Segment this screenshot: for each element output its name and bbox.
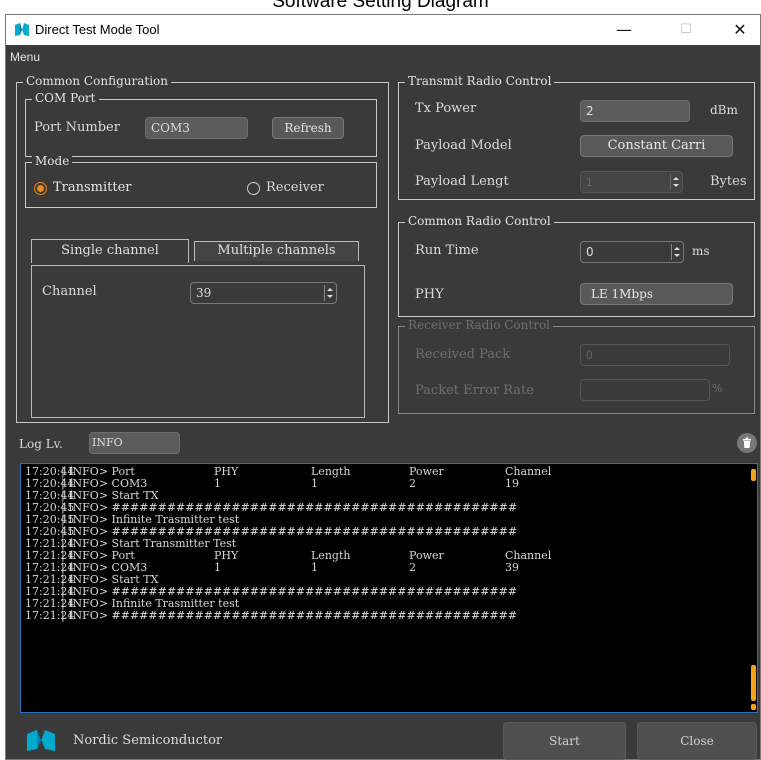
tab-single-channel[interactable]: Single channel bbox=[31, 239, 189, 263]
transmitter-radio[interactable] bbox=[34, 182, 47, 195]
packet-error-rate-field bbox=[580, 379, 710, 401]
payload-length-label: Payload Lengt bbox=[415, 174, 509, 189]
spin-arrows-icon[interactable] bbox=[324, 285, 334, 301]
spin-arrows-icon[interactable] bbox=[670, 174, 680, 190]
log-cell: 2 bbox=[409, 477, 416, 490]
mode-group: Mode Transmitter Receiver bbox=[25, 154, 377, 208]
run-time-value: 0 bbox=[586, 245, 594, 259]
channel-value: 39 bbox=[196, 286, 212, 300]
payload-model-dropdown[interactable]: Constant Carri bbox=[580, 135, 733, 157]
diagram-caption: Software Setting Diagram bbox=[272, 0, 489, 12]
run-time-unit: ms bbox=[692, 244, 710, 258]
scrollbar-top-marker[interactable] bbox=[751, 469, 756, 481]
channel-tab-panel: Channel 39 bbox=[31, 265, 365, 418]
window-title: Direct Test Mode Tool bbox=[35, 22, 160, 37]
group-legend: Common Configuration bbox=[23, 74, 171, 88]
com-port-group: COM Port Port Number COM3 Refresh bbox=[25, 91, 377, 157]
close-window-button[interactable]: ✕ bbox=[720, 19, 760, 41]
payload-model-label: Payload Model bbox=[415, 138, 512, 153]
port-number-field[interactable]: COM3 bbox=[145, 117, 248, 139]
log-cell: 1 bbox=[214, 561, 221, 574]
packet-error-rate-label: Packet Error Rate bbox=[415, 383, 534, 398]
payload-length-spinbox[interactable]: 1 bbox=[580, 171, 683, 193]
tx-power-unit: dBm bbox=[710, 103, 738, 117]
tab-multiple-channels[interactable]: Multiple channels bbox=[194, 241, 359, 261]
transmit-radio-control-group: Transmit Radio Control Tx Power 2 dBm Pa… bbox=[398, 74, 755, 200]
nordic-logo-icon bbox=[15, 23, 29, 36]
channel-spinbox[interactable]: 39 bbox=[190, 282, 337, 304]
common-radio-control-group: Common Radio Control Run Time 0 ms PHY L… bbox=[398, 214, 755, 317]
log-lines: 17:20:44 | INFO> Port PHY Length Power Channe… bbox=[25, 466, 745, 622]
log-cell: 1 bbox=[311, 477, 318, 490]
log-cell: 2 bbox=[409, 561, 416, 574]
log-cell: 19 bbox=[505, 477, 519, 490]
trash-icon[interactable] bbox=[737, 433, 757, 453]
receiver-label: Receiver bbox=[266, 180, 324, 195]
maximize-button[interactable]: ☐ bbox=[666, 19, 706, 41]
run-time-spinbox[interactable]: 0 bbox=[580, 241, 684, 263]
log-cell: 1 bbox=[214, 477, 221, 490]
log-cell: | INFO> ################################… bbox=[61, 609, 518, 622]
log-level-label: Log Lv. bbox=[19, 437, 63, 451]
receiver-radio-control-group: Receiver Radio Control Received Pack 0 P… bbox=[398, 318, 755, 414]
scrollbar-bottom-marker[interactable] bbox=[751, 704, 756, 710]
tx-power-field[interactable]: 2 bbox=[580, 100, 690, 122]
title-bar: Direct Test Mode Tool — ☐ ✕ bbox=[6, 15, 760, 45]
group-legend: Receiver Radio Control bbox=[405, 318, 554, 332]
channel-label: Channel bbox=[42, 284, 97, 299]
log-cell: 1 bbox=[311, 561, 318, 574]
received-packets-field: 0 bbox=[580, 344, 730, 366]
phy-label: PHY bbox=[415, 287, 444, 302]
spin-arrows-icon[interactable] bbox=[671, 244, 681, 260]
port-number-label: Port Number bbox=[34, 120, 120, 135]
company-name: Nordic Semiconductor bbox=[73, 733, 223, 748]
group-legend: Common Radio Control bbox=[405, 214, 554, 228]
close-button[interactable]: Close bbox=[637, 722, 757, 760]
received-packets-label: Received Pack bbox=[415, 347, 511, 362]
log-level-dropdown[interactable]: INFO bbox=[89, 432, 180, 454]
refresh-button[interactable]: Refresh bbox=[272, 117, 344, 139]
receiver-radio[interactable] bbox=[247, 182, 260, 195]
group-legend: Mode bbox=[32, 154, 73, 168]
scrollbar-thumb[interactable] bbox=[751, 665, 756, 701]
minimize-button[interactable]: — bbox=[604, 19, 644, 41]
tx-power-label: Tx Power bbox=[415, 101, 477, 116]
group-legend: COM Port bbox=[32, 91, 99, 105]
log-line: 17:21:24 | INFO> ########################… bbox=[25, 610, 745, 622]
log-cell: 39 bbox=[505, 561, 519, 574]
log-console[interactable]: 17:20:44 | INFO> Port PHY Length Power Channe… bbox=[20, 463, 758, 713]
payload-length-value: 1 bbox=[586, 175, 593, 189]
group-legend: Transmit Radio Control bbox=[405, 74, 555, 88]
packet-error-rate-unit: % bbox=[712, 382, 723, 395]
common-configuration-group: Common Configuration COM Port Port Numbe… bbox=[16, 74, 389, 423]
nordic-logo-icon bbox=[27, 730, 55, 751]
phy-dropdown[interactable]: LE 1Mbps bbox=[580, 283, 733, 305]
menu-bar[interactable]: Menu bbox=[10, 50, 40, 64]
app-window: Direct Test Mode Tool — ☐ ✕ Menu Common … bbox=[5, 14, 761, 760]
transmitter-label: Transmitter bbox=[53, 180, 132, 195]
payload-length-unit: Bytes bbox=[710, 174, 747, 189]
start-button[interactable]: Start bbox=[503, 722, 626, 760]
run-time-label: Run Time bbox=[415, 243, 479, 258]
